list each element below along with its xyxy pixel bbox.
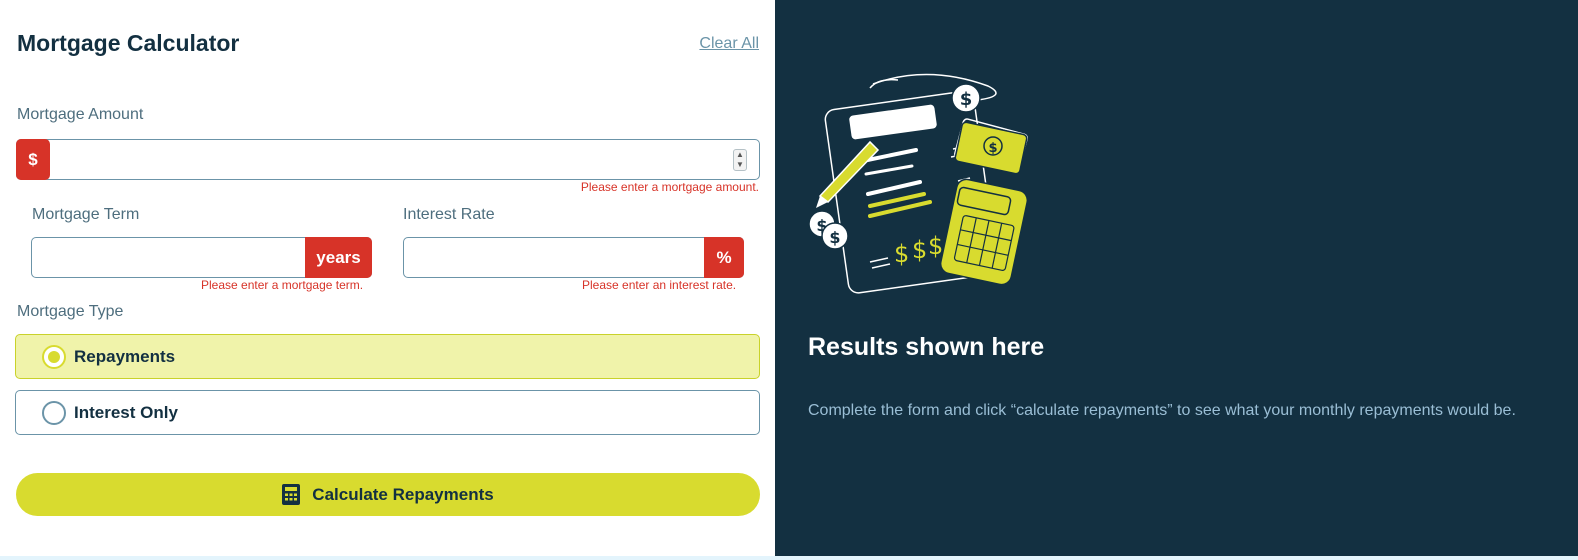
radio-label-interest-only: Interest Only: [74, 402, 178, 422]
results-description: Complete the form and click “calculate r…: [808, 402, 1516, 419]
empty-results-illustration: $ $ $ $ $ $ $: [808, 73, 1029, 294]
svg-text:$: $: [928, 232, 943, 260]
radio-unselected-icon[interactable]: [42, 400, 66, 425]
currency-prefix: $: [16, 139, 50, 180]
mortgage-term-label: Mortgage Term: [32, 206, 140, 223]
interest-rate-field[interactable]: %: [403, 237, 744, 278]
mortgage-term-field[interactable]: years: [31, 237, 372, 278]
chevron-up-icon[interactable]: ▲: [736, 151, 744, 159]
svg-text:$: $: [894, 240, 909, 268]
mortgage-amount-label: Mortgage Amount: [17, 106, 144, 123]
mortgage-type-label: Mortgage Type: [17, 303, 124, 320]
interest-rate-label: Interest Rate: [403, 206, 495, 223]
radio-label-repayments: Repayments: [74, 346, 176, 366]
interest-rate-error: Please enter an interest rate.: [582, 278, 737, 292]
chevron-down-icon[interactable]: ▼: [736, 161, 744, 169]
svg-text:$: $: [912, 236, 927, 264]
mortgage-term-error: Please enter a mortgage term.: [201, 278, 364, 292]
mortgage-amount-field[interactable]: $ ▲ ▼: [16, 139, 760, 180]
radio-option-repayments[interactable]: Repayments: [15, 334, 760, 379]
results-title: Results shown here: [808, 333, 1045, 361]
svg-text:$: $: [988, 141, 997, 156]
svg-text:$: $: [960, 89, 973, 110]
mortgage-amount-error: Please enter a mortgage amount.: [580, 180, 759, 194]
calculator-icon: [282, 484, 301, 505]
clear-all-link[interactable]: Clear All: [699, 35, 759, 53]
number-spinner[interactable]: ▲ ▼: [733, 149, 747, 171]
calculate-repayments-button[interactable]: Calculate Repayments: [16, 473, 760, 516]
years-suffix: years: [305, 237, 372, 278]
svg-text:$: $: [829, 228, 840, 247]
calculator-form-panel: Mortgage Calculator Clear All Mortgage A…: [0, 0, 775, 556]
percent-suffix: %: [704, 237, 744, 278]
radio-option-interest-only[interactable]: Interest Only: [15, 390, 760, 435]
calculate-button-label: Calculate Repayments: [312, 484, 494, 504]
page-title: Mortgage Calculator: [17, 30, 240, 56]
radio-selected-icon[interactable]: [42, 344, 66, 369]
